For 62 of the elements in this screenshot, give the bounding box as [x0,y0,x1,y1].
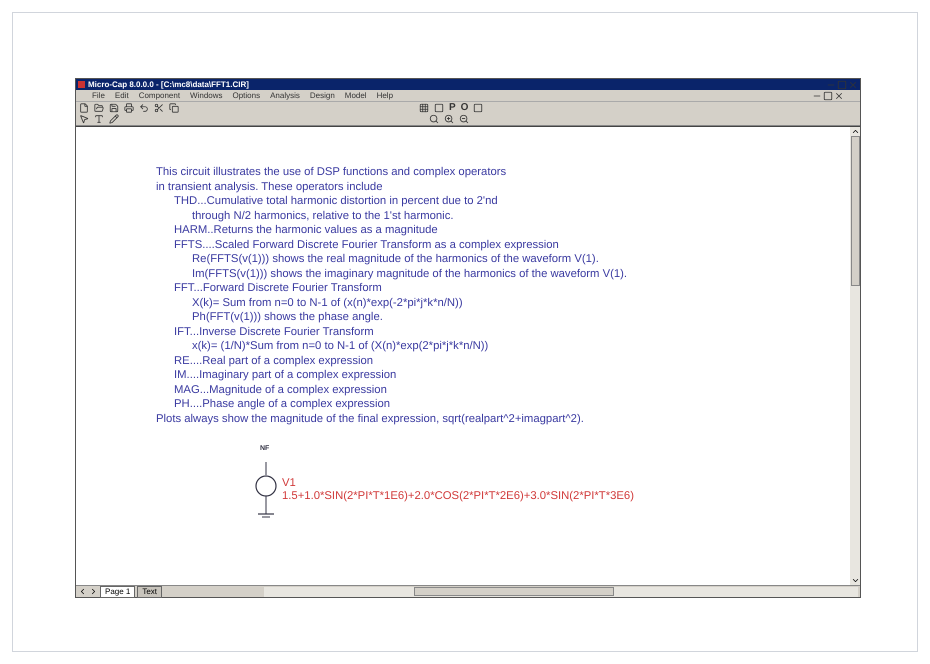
save-icon[interactable] [109,102,119,112]
toolbar-letter[interactable]: P [449,102,456,112]
menu-item[interactable]: Windows [190,92,222,100]
undo-icon[interactable] [139,102,149,112]
note-line: in transient analysis. These operators include [156,180,384,194]
menu-item[interactable]: Help [376,92,394,100]
source-name: V1 [282,477,297,490]
note-line: Ph(FFT(v(1))) shows the phase angle. [192,310,384,324]
close-icon[interactable] [834,90,844,100]
note-line: MAG...Magnitude of a complex expression [174,382,388,397]
note-line: THD...Cumulative total harmonic distortion in percent due to 2'nd [174,194,499,208]
scroll-thumb[interactable] [850,136,860,286]
scroll-up-icon[interactable] [850,127,860,136]
search-icon[interactable] [429,114,439,124]
menu-item[interactable]: Design [310,92,335,100]
menu-item[interactable]: Analysis [270,92,300,100]
note-line: IFT...Inverse Discrete Fourier Transform [174,324,375,339]
new-file-icon[interactable] [79,102,89,112]
toolbar-letter[interactable]: O [460,102,468,112]
source-value: 1.5+1.0*SIN(2*PI*T*1E6)+2.0*COS(2*PI*T*2E6)+3.0*SIN(2*PI*T*3E6) [282,490,634,503]
menu-item[interactable]: File [92,92,105,100]
page-tab[interactable]: Text [137,586,162,598]
note-line: x(k)= (1/N)*Sum from n=0 to N-1 of (X(n)*exp(2*pi*j*k*n/N)) [192,339,490,354]
note-line: FFTS....Scaled Forward Discrete Fourier Transform as a complex expression [174,238,560,252]
pointer-icon[interactable] [79,114,89,124]
folder-icon[interactable] [94,102,104,112]
note-line: This circuit illustrates the use of DSP functions and complex operators [156,165,508,180]
scissors-icon[interactable] [154,102,164,112]
menu-item[interactable]: Model [344,92,367,100]
note-line: X(k)= Sum from n=0 to N-1 of (x(n)*exp(-2*pi*j*k*n/N)) [192,296,464,310]
zoom-in-icon[interactable] [444,114,454,124]
copy-icon[interactable] [169,102,179,112]
note-line: Re(FFTS(v(1))) shows the real magnitude of the harmonics of the waveform V(1). [192,252,600,266]
tab-scroll-right-icon[interactable] [89,587,98,596]
restore-icon[interactable] [823,90,833,100]
grid-icon[interactable] [419,102,429,112]
note-line: through N/2 harmonics, relative to the 1'st harmonic. [192,208,454,223]
note-line: Plots always show the magnitude of the final expression, sqrt(realpart^2+imagpart^2). [156,412,585,426]
text-tool-icon[interactable] [94,114,104,124]
note-line: RE....Real part of a complex expression [174,354,374,368]
window-title: Micro-Cap 8.0.0.0 - [C:\mc8\data\FFT1.CIR] [88,80,249,88]
vertical-scrollbar[interactable] [850,127,860,585]
square-icon[interactable] [473,102,484,112]
pencil-icon[interactable] [109,114,119,124]
menu-item[interactable]: Options [232,92,260,100]
page-tab[interactable]: Page 1 [100,586,136,598]
menu-item[interactable]: Component [138,92,180,100]
tab-scroll-left-icon[interactable] [78,587,87,596]
app-icon [78,81,85,88]
source-symbol-label: NF [260,445,270,452]
menu-item[interactable]: Edit [114,92,129,100]
note-line: FFT...Forward Discrete Fourier Transform [174,281,383,296]
note-line: Im(FFTS(v(1))) shows the imaginary magnitude of the harmonics of the waveform V(1). [192,266,628,281]
scroll-thumb[interactable] [414,587,614,596]
note-line: IM....Imaginary part of a complex expression [174,368,398,382]
zoom-out-icon[interactable] [459,114,469,124]
horizontal-scrollbar[interactable] [264,586,858,596]
square-icon[interactable] [434,102,444,112]
scroll-down-icon[interactable] [850,576,860,585]
printer-icon[interactable] [124,102,134,112]
note-line: HARM..Returns the harmonic values as a magnitude [174,223,439,238]
note-line: PH....Phase angle of a complex expression [174,397,392,412]
